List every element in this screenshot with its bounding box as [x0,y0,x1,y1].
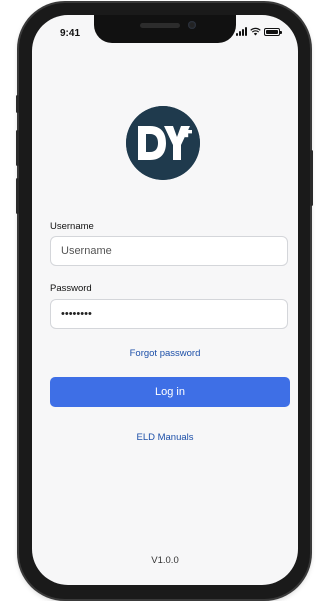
app-screen: 9:41 Username Password Forgot password L… [32,15,298,585]
app-logo [126,106,200,180]
status-time: 9:41 [60,28,81,39]
cellular-signal-icon [236,27,247,36]
status-icons [236,27,282,36]
side-button-power [310,150,313,206]
username-input[interactable] [50,236,288,266]
notch [94,15,236,43]
speaker-grille [140,23,180,28]
password-label: Password [50,283,92,294]
wifi-icon [250,27,261,36]
eld-manuals-link[interactable]: ELD Manuals [32,432,298,443]
side-button-volume-down [16,178,19,214]
side-button-mute [16,95,19,113]
side-button-volume-up [16,130,19,166]
username-label: Username [50,221,94,232]
battery-icon [264,28,282,36]
forgot-password-link[interactable]: Forgot password [32,348,298,359]
password-input[interactable] [50,299,288,329]
version-label: V1.0.0 [151,555,179,566]
front-camera [188,21,196,29]
login-button[interactable]: Log in [50,377,290,407]
